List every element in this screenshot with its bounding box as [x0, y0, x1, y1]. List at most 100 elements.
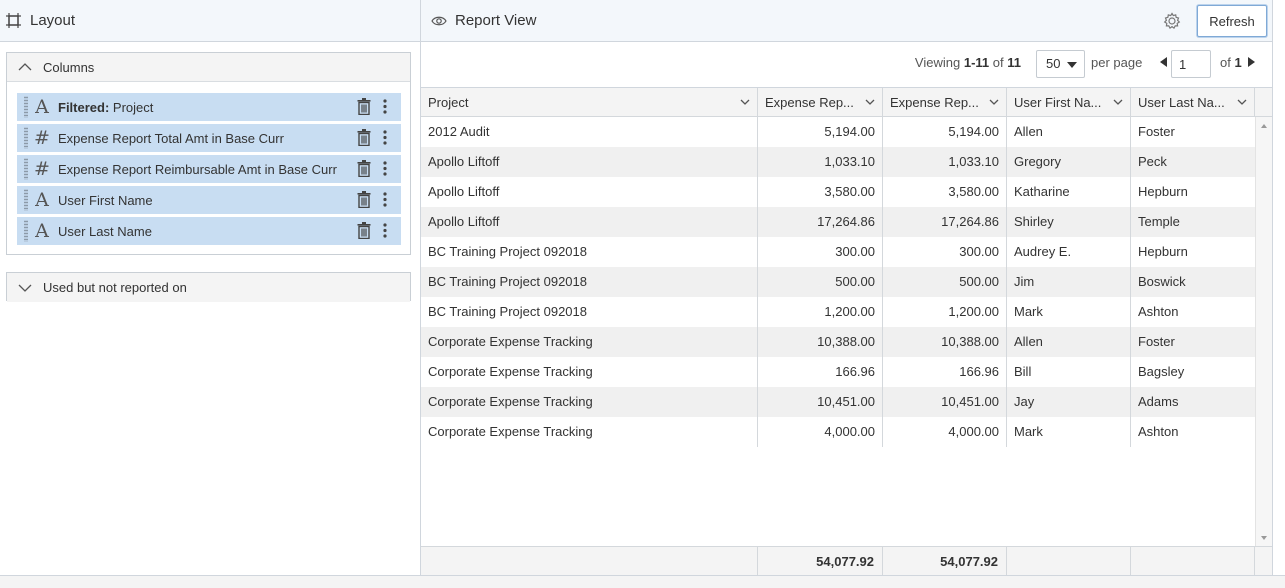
- drag-handle-icon[interactable]: [24, 96, 28, 118]
- viewing-range: 1-11: [963, 55, 990, 70]
- table-cell: Adams: [1138, 394, 1179, 409]
- drag-handle-icon[interactable]: [24, 220, 28, 242]
- table-cell: Apollo Liftoff: [428, 214, 500, 229]
- prev-page-icon[interactable]: [1160, 57, 1167, 67]
- total-cell: [1131, 547, 1255, 576]
- table-cell: Allen: [1014, 334, 1043, 349]
- column-name: Expense Report Reimbursable Amt in Base …: [58, 161, 337, 177]
- total-cell: 54,077.92: [758, 547, 883, 576]
- table-cell: Bagsley: [1138, 364, 1185, 379]
- total-cell: 54,077.92: [883, 547, 1007, 576]
- table-cell: Mark: [1014, 424, 1043, 439]
- table-cell: Foster: [1138, 334, 1175, 349]
- table-cell: Peck: [1138, 154, 1167, 169]
- table-cell: Shirley: [1014, 214, 1054, 229]
- table-cell: 166.96: [959, 364, 999, 379]
- chevron-down-icon[interactable]: [865, 98, 875, 106]
- column-header-label: User First Na...: [1014, 95, 1102, 110]
- refresh-button[interactable]: Refresh: [1197, 5, 1267, 37]
- column-header[interactable]: User Last Na...: [1131, 88, 1255, 117]
- column-item[interactable]: # Expense Report Reimbursable Amt in Base…: [17, 155, 401, 183]
- drag-handle-icon[interactable]: [24, 158, 28, 180]
- more-options-icon[interactable]: [383, 130, 387, 145]
- table-cell: 10,451.00: [941, 394, 999, 409]
- scroll-up-icon[interactable]: [1261, 124, 1267, 128]
- table-cell: 4,000.00: [948, 424, 999, 439]
- column-filter-prefix: Filtered:: [58, 99, 110, 115]
- column-header[interactable]: Project: [421, 88, 758, 117]
- column-header[interactable]: Expense Rep...: [758, 88, 883, 117]
- chevron-down-icon[interactable]: [740, 98, 750, 106]
- drag-handle-icon[interactable]: [24, 127, 28, 149]
- column-label: Expense Report Total Amt in Base Curr: [58, 131, 284, 146]
- chevron-down-icon[interactable]: [1237, 98, 1247, 106]
- column-divider: [1006, 117, 1007, 447]
- table-cell: Mark: [1014, 304, 1043, 319]
- more-options-icon[interactable]: [383, 192, 387, 207]
- number-type-icon: #: [34, 158, 50, 180]
- table-cell: Jim: [1014, 274, 1035, 289]
- table-cell: Boswick: [1138, 274, 1186, 289]
- column-label: User Last Name: [58, 224, 152, 239]
- grid-body: 2012 Audit 5,194.00 5,194.00 Allen Foster Apo…: [421, 117, 1255, 547]
- chevron-down-icon[interactable]: [989, 98, 999, 106]
- gear-icon[interactable]: [1163, 12, 1181, 30]
- more-options-icon[interactable]: [383, 99, 387, 114]
- trash-icon[interactable]: [357, 129, 371, 146]
- viewing-total: 11: [1007, 55, 1021, 70]
- pager: Viewing 1-11 of 11 50 per page of 1: [421, 42, 1272, 87]
- columns-section-toggle[interactable]: Columns: [7, 53, 410, 82]
- more-options-icon[interactable]: [383, 223, 387, 238]
- column-header-label: Project: [428, 95, 469, 110]
- trash-icon[interactable]: [357, 191, 371, 208]
- drag-handle-icon[interactable]: [24, 189, 28, 211]
- viewing-summary: Viewing 1-11 of 11: [915, 55, 1021, 70]
- table-cell: BC Training Project 092018: [428, 274, 587, 289]
- chevron-down-icon[interactable]: [1113, 98, 1123, 106]
- column-list: A Filtered: Project # Expense Report Total …: [17, 93, 401, 248]
- column-name: Project: [112, 99, 154, 115]
- per-page-select[interactable]: 50: [1036, 50, 1085, 78]
- table-cell: Apollo Liftoff: [428, 154, 500, 169]
- column-item[interactable]: # Expense Report Total Amt in Base Curr: [17, 124, 401, 152]
- column-label: Filtered: Project: [58, 100, 153, 115]
- column-name: Expense Report Total Amt in Base Curr: [58, 130, 284, 146]
- chevron-down-icon: [18, 284, 32, 292]
- column-item[interactable]: A Filtered: Project: [17, 93, 401, 121]
- column-item[interactable]: A User Last Name: [17, 217, 401, 245]
- page-number-input[interactable]: [1171, 50, 1211, 78]
- column-item[interactable]: A User First Name: [17, 186, 401, 214]
- caret-down-icon: [1067, 62, 1077, 68]
- trash-icon[interactable]: [357, 160, 371, 177]
- table-cell: 1,200.00: [948, 304, 999, 319]
- of-pages-prefix: of: [1220, 55, 1231, 70]
- table-cell: Ashton: [1138, 304, 1179, 319]
- table-cell: BC Training Project 092018: [428, 304, 587, 319]
- table-cell: Corporate Expense Tracking: [428, 364, 593, 379]
- scroll-down-icon[interactable]: [1261, 536, 1267, 540]
- table-cell: 3,580.00: [824, 184, 875, 199]
- more-options-icon[interactable]: [383, 161, 387, 176]
- bottom-bar: [0, 575, 1285, 588]
- column-header[interactable]: Expense Rep...: [883, 88, 1007, 117]
- table-cell: 10,388.00: [817, 334, 875, 349]
- trash-icon[interactable]: [357, 98, 371, 115]
- next-page-icon[interactable]: [1248, 57, 1255, 67]
- report-view-header: Report View Refresh: [421, 0, 1272, 42]
- column-name: User Last Name: [58, 223, 152, 239]
- grid-header: Project Expense Rep... Expense Rep... User …: [421, 88, 1272, 117]
- text-type-icon: A: [35, 189, 49, 211]
- table-cell: Gregory: [1014, 154, 1061, 169]
- table-cell: Apollo Liftoff: [428, 184, 500, 199]
- unused-section-toggle[interactable]: Used but not reported on: [7, 273, 410, 302]
- per-page-label: per page: [1091, 55, 1143, 70]
- vertical-scrollbar[interactable]: [1255, 117, 1272, 547]
- eye-icon: [431, 16, 447, 25]
- table-cell: Audrey E.: [1014, 244, 1072, 259]
- column-header[interactable]: User First Na...: [1007, 88, 1131, 117]
- total-cell: [1007, 547, 1131, 576]
- table-cell: 3,580.00: [948, 184, 999, 199]
- table-cell: 1,033.10: [824, 154, 875, 169]
- table-cell: BC Training Project 092018: [428, 244, 587, 259]
- trash-icon[interactable]: [357, 222, 371, 239]
